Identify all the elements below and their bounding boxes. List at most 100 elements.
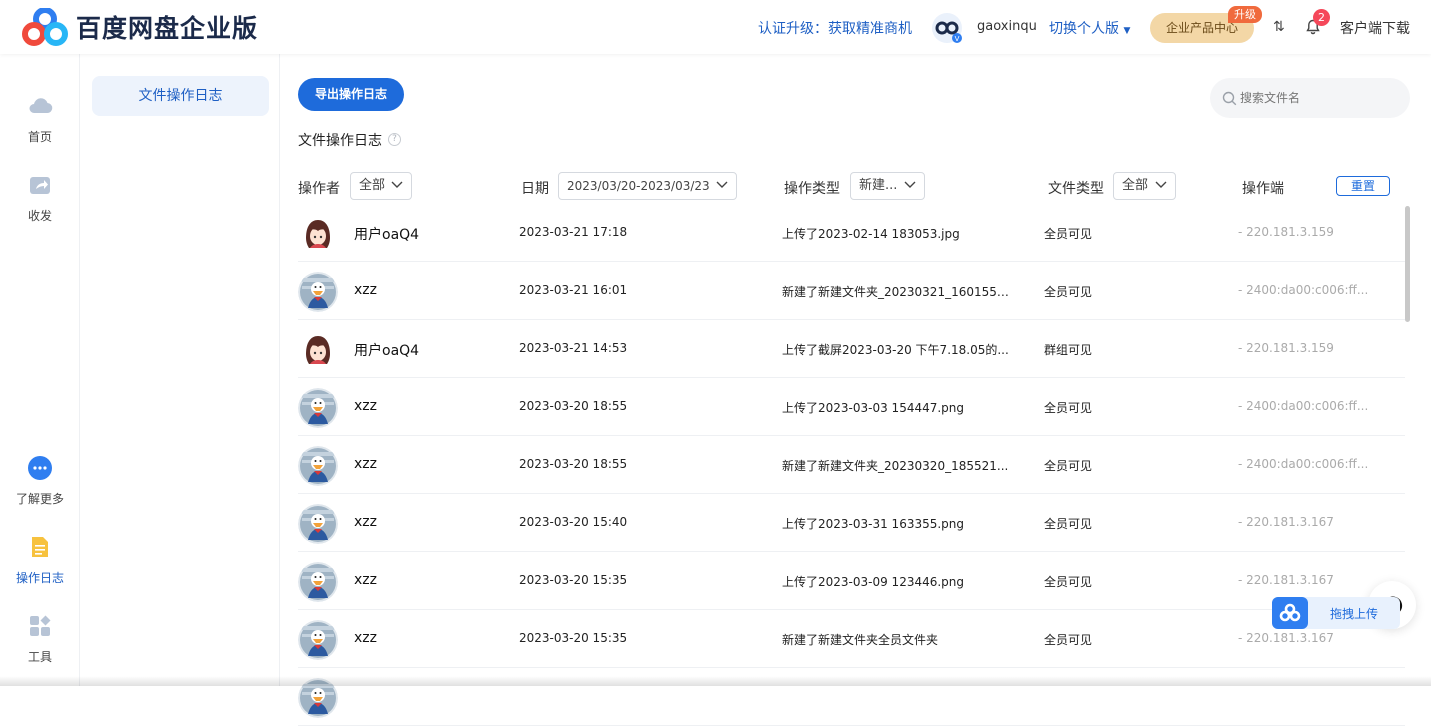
svg-text:V: V xyxy=(955,35,960,43)
table-row[interactable]: xzz 2023-03-20 15:35 上传了2023-03-09 123446.… xyxy=(298,552,1405,610)
date-filter-label: 日期 xyxy=(521,181,549,197)
app-logo[interactable]: 百度网盘企业版 xyxy=(22,8,258,46)
client-address: - 220.181.3.167 xyxy=(1238,573,1334,587)
file-visibility: 全员可见 xyxy=(1044,285,1093,299)
file-type-filter-value: 全部 xyxy=(1122,178,1149,193)
operation-date: 2023-03-20 18:55 xyxy=(519,457,628,471)
client-address: - 220.181.3.167 xyxy=(1238,631,1334,645)
user-avatar xyxy=(298,504,338,544)
reset-filters-button[interactable]: 重置 xyxy=(1336,176,1390,196)
user-avatar xyxy=(298,620,338,660)
drag-upload-button[interactable]: 拖拽上传 xyxy=(1272,597,1400,629)
operator-name: xzz xyxy=(354,282,377,298)
auth-upgrade-link[interactable]: 认证升级：获取精准商机 xyxy=(758,18,912,38)
operation-description: 新建了新建文件夹_20230320_185521... xyxy=(782,459,1009,473)
scrollbar-thumb[interactable] xyxy=(1405,206,1410,322)
operator-filter-label: 操作者 xyxy=(298,181,340,197)
operation-date: 2023-03-21 17:18 xyxy=(519,225,628,239)
operator-name: xzz xyxy=(354,398,377,414)
subnav-item-file-log[interactable]: 文件操作日志 xyxy=(92,76,269,116)
share-icon xyxy=(30,177,50,194)
file-visibility: 全员可见 xyxy=(1044,227,1093,241)
baidu-netdisk-logo-icon xyxy=(22,8,68,46)
file-visibility: 全员可见 xyxy=(1044,401,1093,415)
chevron-down-icon xyxy=(1155,181,1167,188)
bottom-fade xyxy=(0,676,1431,686)
operator-name: xzz xyxy=(354,630,377,646)
date-range-value: 2023/03/20-2023/03/23 xyxy=(567,179,710,193)
operator-name: xzz xyxy=(354,514,377,530)
client-address: - 2400:da00:c006:ff... xyxy=(1238,457,1369,471)
table-row[interactable]: xzz 2023-03-20 18:55 新建了新建文件夹_20230320_185… xyxy=(298,436,1405,494)
date-range-picker[interactable]: 2023/03/20-2023/03/23 xyxy=(558,172,737,200)
op-type-filter-value: 新建... xyxy=(859,178,898,193)
filter-bar: 操作者 全部 日期 2023/03/20-2023/03/23 操作类型 新建.… xyxy=(280,172,1431,204)
file-visibility: 群组可见 xyxy=(1044,343,1093,357)
sidebar-item-tools[interactable]: 工具 xyxy=(0,612,80,665)
table-row[interactable]: 用户oaQ4 2023-03-21 17:18 上传了2023-02-14 1830… xyxy=(298,204,1405,262)
cloud-icon xyxy=(29,98,53,114)
operation-date: 2023-03-21 14:53 xyxy=(519,341,628,355)
file-visibility: 全员可见 xyxy=(1044,633,1093,647)
caret-down-icon: ▼ xyxy=(1123,26,1131,36)
user-avatar xyxy=(298,272,338,312)
username: gaoxinqu xyxy=(977,19,1037,34)
operator-filter-select[interactable]: 全部 xyxy=(350,172,412,200)
sidebar-item-share[interactable]: 收发 xyxy=(0,171,80,224)
operation-date: 2023-03-20 15:35 xyxy=(519,573,628,587)
user-avatar xyxy=(298,330,338,370)
search-box[interactable] xyxy=(1210,78,1410,118)
operator-name: xzz xyxy=(354,456,377,472)
search-input[interactable] xyxy=(1240,78,1400,118)
sidebar-item-label: 了解更多 xyxy=(15,492,64,506)
sidebar-item-home[interactable]: 首页 xyxy=(0,92,80,145)
sidebar-item-learn-more[interactable]: 了解更多 xyxy=(0,454,80,507)
client-address: - 2400:da00:c006:ff... xyxy=(1238,399,1369,413)
log-table: 用户oaQ4 2023-03-21 17:18 上传了2023-02-14 1830… xyxy=(280,204,1405,726)
page-title: 文件操作日志 xyxy=(298,133,382,149)
operation-date: 2023-03-21 16:01 xyxy=(519,283,628,297)
client-address: - 220.181.3.159 xyxy=(1238,341,1334,355)
sidebar-item-operation-log[interactable]: 操作日志 xyxy=(0,533,80,586)
transfer-icon[interactable]: ⇅ xyxy=(1273,19,1285,35)
export-log-button[interactable]: 导出操作日志 xyxy=(298,78,404,111)
operation-date: 2023-03-20 18:55 xyxy=(519,399,628,413)
client-address: - 220.181.3.167 xyxy=(1238,515,1334,529)
sidebar-item-label: 工具 xyxy=(27,650,52,664)
sidebar-item-label: 首页 xyxy=(27,130,52,144)
op-type-filter-select[interactable]: 新建... xyxy=(850,172,925,200)
client-address: - 220.181.3.159 xyxy=(1238,225,1334,239)
operation-date: 2023-03-20 15:40 xyxy=(519,515,628,529)
chevron-down-icon xyxy=(391,181,403,188)
operation-description: 上传了2023-02-14 183053.jpg xyxy=(782,227,960,241)
user-avatar xyxy=(298,388,338,428)
sidebar-item-label: 操作日志 xyxy=(15,571,64,585)
client-download-link[interactable]: 客户端下载 xyxy=(1340,18,1410,38)
table-row[interactable]: xzz 2023-03-21 16:01 新建了新建文件夹_20230321_160… xyxy=(298,262,1405,320)
file-visibility: 全员可见 xyxy=(1044,517,1093,531)
operation-description: 新建了新建文件夹全员文件夹 xyxy=(782,633,939,647)
table-row[interactable]: 用户oaQ4 2023-03-21 14:53 上传了截屏2023-03-20 下午… xyxy=(298,320,1405,378)
file-type-filter-select[interactable]: 全部 xyxy=(1113,172,1176,200)
logo-text: 百度网盘企业版 xyxy=(76,14,259,43)
tools-icon xyxy=(30,615,51,636)
left-sidebar: 首页 收发 了解更多 操作日志 工具 xyxy=(0,54,80,686)
switch-personal-dropdown[interactable]: 切换个人版 ▼ xyxy=(1049,18,1130,38)
operation-description: 上传了2023-03-31 163355.png xyxy=(782,517,965,531)
chevron-down-icon xyxy=(716,181,728,188)
user-avatar[interactable]: V xyxy=(931,12,963,44)
table-row[interactable]: xzz 2023-03-20 15:35 新建了新建文件夹全员文件夹 全员可见 - 22… xyxy=(298,610,1405,668)
operator-name: 用户oaQ4 xyxy=(354,227,420,243)
table-row[interactable]: xzz 2023-03-20 15:40 上传了2023-03-31 163355.… xyxy=(298,494,1405,552)
sidebar-item-label: 收发 xyxy=(27,209,52,223)
user-avatar xyxy=(298,562,338,602)
upgrade-badge: 升级 xyxy=(1228,6,1262,23)
operator-name: xzz xyxy=(354,572,377,588)
operator-filter-value: 全部 xyxy=(359,178,386,193)
op-type-filter-label: 操作类型 xyxy=(784,181,840,197)
client-address: - 2400:da00:c006:ff... xyxy=(1238,283,1369,297)
table-row[interactable]: xzz 2023-03-20 18:55 上传了2023-03-03 154447.… xyxy=(298,378,1405,436)
notification-count-badge: 2 xyxy=(1313,9,1330,26)
help-icon[interactable]: ? xyxy=(388,133,401,146)
switch-personal-label: 切换个人版 xyxy=(1049,21,1119,37)
